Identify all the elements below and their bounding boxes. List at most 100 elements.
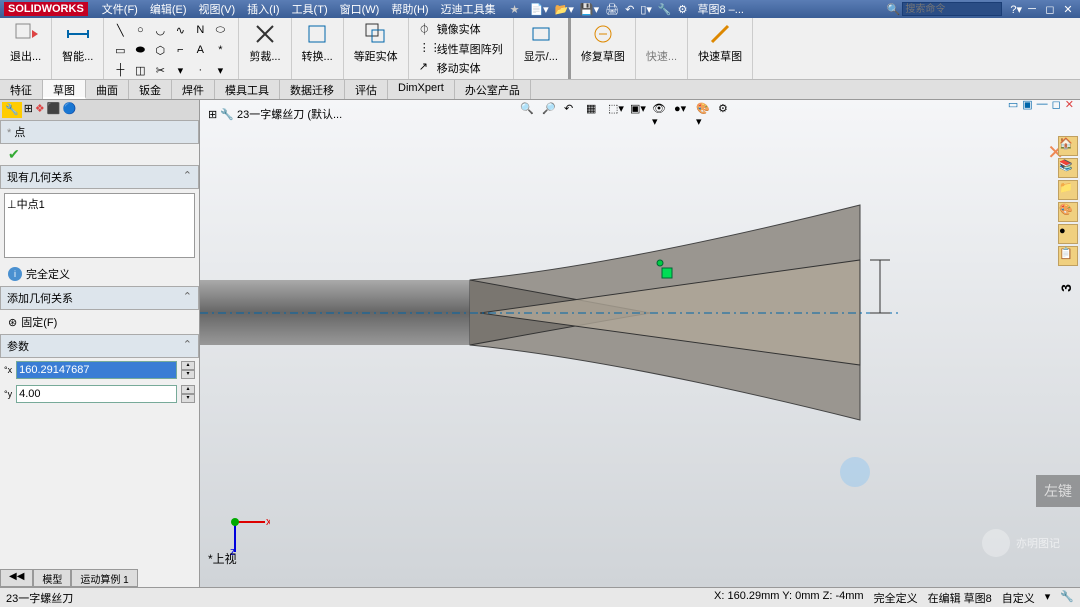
circle-tool[interactable]: ○: [132, 22, 148, 38]
prop-icon[interactable]: ❖: [35, 102, 45, 118]
menu-help[interactable]: 帮助(H): [385, 1, 434, 17]
rect-tool[interactable]: ▭: [112, 42, 128, 58]
status-dropdown[interactable]: ▾: [1045, 590, 1051, 606]
quick-button[interactable]: 快速...: [642, 20, 681, 66]
convert-button[interactable]: 转换...: [298, 20, 337, 66]
display-pane-icon[interactable]: ⬛: [47, 102, 61, 118]
motion-tab[interactable]: 运动算例 1: [71, 569, 137, 587]
undo-icon[interactable]: ↶: [625, 3, 634, 16]
tab-dimxpert[interactable]: DimXpert: [388, 80, 455, 99]
menu-window[interactable]: 窗口(W): [334, 1, 386, 17]
relations-list[interactable]: ⊥ 中点1: [4, 193, 195, 258]
config-icon[interactable]: ⊞: [24, 102, 33, 118]
offset-button[interactable]: 等距实体: [350, 20, 402, 66]
fillet-tool[interactable]: ⌐: [172, 42, 188, 58]
y-up[interactable]: ▴: [181, 385, 195, 394]
linear-pattern-button[interactable]: ⋮⋮线性草图阵列: [415, 40, 507, 58]
spline2-tool[interactable]: N: [192, 22, 208, 38]
point-header[interactable]: * 点: [0, 120, 199, 144]
arc-tool[interactable]: ◡: [152, 22, 168, 38]
centerline-tool[interactable]: ┼: [112, 62, 128, 78]
appearance-icon[interactable]: 🔵: [63, 102, 77, 118]
plane-tool[interactable]: ◫: [132, 62, 148, 78]
menu-maidi[interactable]: 迈迪工具集: [435, 1, 502, 17]
scroll-left[interactable]: ◀◀: [0, 569, 33, 587]
select-icon[interactable]: ▯▾: [640, 3, 652, 16]
print-icon[interactable]: 🖨: [605, 3, 619, 16]
y-input[interactable]: [16, 385, 177, 403]
y-down[interactable]: ▾: [181, 394, 195, 403]
relation-item[interactable]: 中点1: [17, 196, 45, 212]
trim-icon-tool[interactable]: ✂: [152, 62, 168, 78]
x-down[interactable]: ▾: [181, 370, 195, 379]
resources-tab[interactable]: 🏠: [1058, 136, 1078, 156]
save-icon[interactable]: 💾▾: [580, 3, 599, 16]
svg-text:x: x: [266, 516, 270, 528]
x-up[interactable]: ▴: [181, 361, 195, 370]
minimize-button[interactable]: ─: [1024, 2, 1040, 16]
spline-tool[interactable]: ∿: [172, 22, 188, 38]
misc-tool[interactable]: ▾: [172, 62, 188, 78]
x-input[interactable]: [16, 361, 177, 379]
misc3-tool[interactable]: ▾: [212, 62, 228, 78]
tab-sheetmetal[interactable]: 钣金: [129, 80, 172, 99]
rebuild-icon[interactable]: 🔧: [658, 3, 672, 16]
repair-sketch-button[interactable]: 修复草图: [577, 20, 629, 66]
menu-file[interactable]: 文件(F): [96, 1, 144, 17]
options-icon[interactable]: ⚙: [678, 3, 688, 16]
collapse-icon[interactable]: ⌃: [183, 169, 192, 185]
search-input[interactable]: [902, 2, 1002, 16]
tab-office[interactable]: 办公室产品: [455, 80, 531, 99]
text-tool[interactable]: A: [192, 42, 208, 58]
ellipse-tool[interactable]: ⬭: [212, 22, 228, 38]
app-logo: SOLIDWORKS: [4, 2, 88, 16]
menu-view[interactable]: 视图(V): [193, 1, 242, 17]
view-palette-tab[interactable]: 🎨: [1058, 202, 1078, 222]
open-icon[interactable]: 📂▾: [555, 3, 574, 16]
tab-mold[interactable]: 模具工具: [215, 80, 280, 99]
feature-tree-icon[interactable]: 🔧: [2, 102, 22, 118]
status-custom[interactable]: 自定义: [1002, 590, 1035, 606]
mirror-button[interactable]: ⏀镜像实体: [415, 20, 485, 38]
custom-props-tab[interactable]: 📋: [1058, 246, 1078, 266]
slot-tool[interactable]: ⬬: [132, 42, 148, 58]
tab-data[interactable]: 数据迁移: [280, 80, 345, 99]
smart-dimension-button[interactable]: 智能...: [58, 20, 97, 66]
point-tool[interactable]: *: [212, 42, 228, 58]
menu-tools[interactable]: 工具(T): [286, 1, 334, 17]
graphics-canvas[interactable]: ▭ ▣ — ◻ ✕ ⊞ 🔧 23一字螺丝刀 (默认... 🔍 🔎 ↶ ▦ ⬚▾ …: [200, 100, 1080, 587]
add-relations-header[interactable]: 添加几何关系⌃: [0, 286, 199, 310]
polygon-tool[interactable]: ⬡: [152, 42, 168, 58]
trim-button[interactable]: 剪裁...: [245, 20, 284, 66]
help-icon[interactable]: ?▾: [1010, 3, 1022, 16]
collapse-icon[interactable]: ⌃: [183, 338, 192, 354]
dimension-value[interactable]: 3: [1058, 284, 1074, 292]
design-lib-tab[interactable]: 📚: [1058, 158, 1078, 178]
model-tab[interactable]: 模型: [33, 569, 71, 587]
status-icon[interactable]: 🔧: [1060, 590, 1074, 606]
ok-button[interactable]: ✔: [4, 144, 24, 164]
tab-surface[interactable]: 曲面: [86, 80, 129, 99]
tab-features[interactable]: 特征: [0, 80, 43, 99]
star-icon[interactable]: ★: [510, 3, 520, 16]
menu-insert[interactable]: 插入(I): [241, 1, 285, 17]
line-tool[interactable]: ╲: [112, 22, 128, 38]
display-button[interactable]: 显示/...: [520, 20, 562, 66]
menu-edit[interactable]: 编辑(E): [144, 1, 193, 17]
exit-sketch-button[interactable]: 退出...: [6, 20, 45, 66]
misc2-tool[interactable]: ·: [192, 62, 208, 78]
appearances-tab[interactable]: ●: [1058, 224, 1078, 244]
new-icon[interactable]: 📄▾: [529, 3, 548, 16]
maximize-button[interactable]: ◻: [1042, 2, 1058, 16]
close-button[interactable]: ✕: [1060, 2, 1076, 16]
fixed-button[interactable]: 固定(F): [21, 314, 57, 330]
params-header[interactable]: 参数⌃: [0, 334, 199, 358]
move-button[interactable]: ↗移动实体: [415, 59, 485, 77]
file-explorer-tab[interactable]: 📁: [1058, 180, 1078, 200]
tab-sketch[interactable]: 草图: [43, 80, 86, 99]
tab-evaluate[interactable]: 评估: [345, 80, 388, 99]
tab-weldment[interactable]: 焊件: [172, 80, 215, 99]
collapse-icon[interactable]: ⌃: [183, 290, 192, 306]
quick-sketch-button[interactable]: 快速草图: [694, 20, 746, 66]
existing-relations-header[interactable]: 现有几何关系⌃: [0, 165, 199, 189]
